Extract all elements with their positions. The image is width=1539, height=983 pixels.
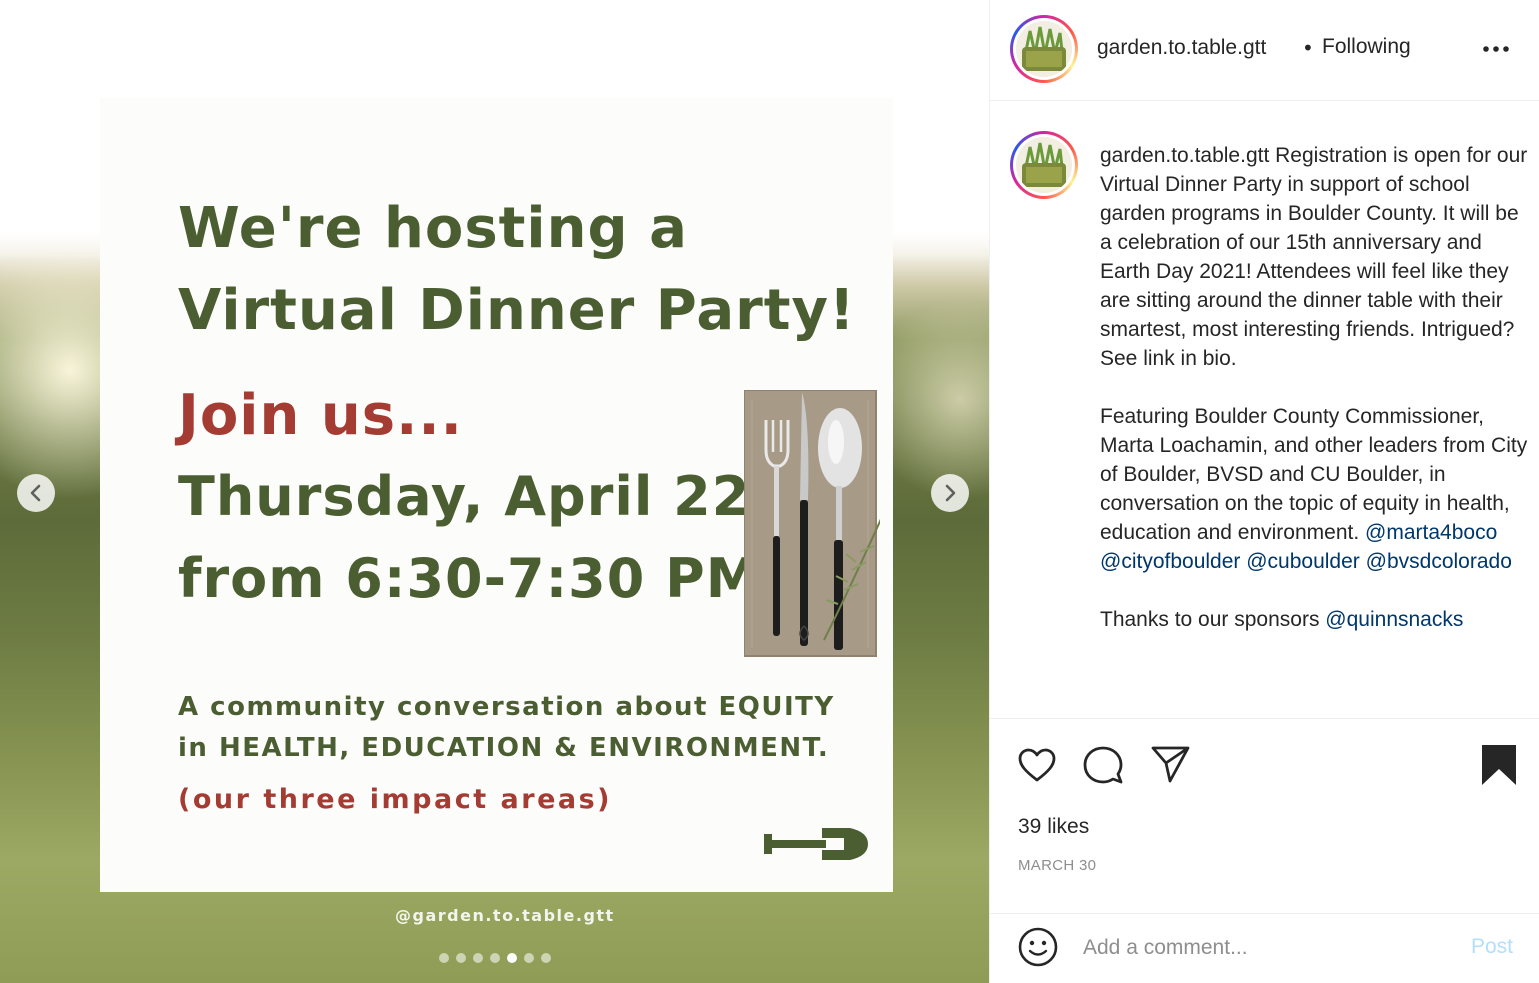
carousel-dot: [456, 953, 466, 963]
post-caption: garden.to.table.gtt Registration is open…: [1100, 141, 1530, 634]
more-horizontal-icon[interactable]: [1482, 42, 1510, 56]
mention-link[interactable]: @cuboulder: [1246, 550, 1360, 573]
mention-link[interactable]: @marta4boco: [1365, 521, 1497, 544]
mention-link[interactable]: @quinnsnacks: [1325, 608, 1463, 631]
watermark: @garden.to.table.gtt: [395, 906, 615, 925]
flyer-date: Thursday, April 22: [178, 465, 751, 528]
carousel-prev-button[interactable]: [17, 474, 55, 512]
share-icon[interactable]: [1149, 743, 1191, 785]
avatar[interactable]: [1010, 131, 1078, 199]
post-timestamp[interactable]: MARCH 30: [1018, 857, 1096, 874]
caption-author[interactable]: garden.to.table.gtt: [1100, 144, 1269, 167]
comment-input[interactable]: [1083, 932, 1443, 964]
caption-text: Thanks to our sponsors: [1100, 608, 1320, 631]
post-author-username[interactable]: garden.to.table.gtt: [1097, 36, 1266, 60]
likes-count[interactable]: 39 likes: [1018, 815, 1089, 839]
flyer-subtitle: in HEALTH, EDUCATION & ENVIRONMENT.: [178, 733, 830, 763]
shovel-arrow-icon: [764, 828, 868, 860]
following-button[interactable]: Following: [1322, 35, 1411, 59]
carousel-dot: [490, 953, 500, 963]
post-header: garden.to.table.gtt • Following: [990, 0, 1539, 101]
mention-link[interactable]: @cityofboulder: [1100, 550, 1240, 573]
emoji-icon[interactable]: [1017, 926, 1059, 968]
carousel-dot: [507, 953, 517, 963]
comments-section[interactable]: garden.to.table.gtt Registration is open…: [990, 101, 1539, 718]
bookmark-icon[interactable]: [1480, 743, 1518, 787]
comment-composer: Post: [990, 913, 1539, 983]
carousel-dot: [473, 953, 483, 963]
comment-icon[interactable]: [1082, 744, 1124, 786]
separator-dot: •: [1302, 36, 1314, 60]
garden-to-table-logo: [1016, 21, 1072, 77]
chevron-right-icon: [945, 484, 956, 502]
cutlery-napkin-image: [744, 390, 880, 657]
post-sidebar: garden.to.table.gtt • Following garden.t…: [989, 0, 1539, 983]
event-flyer: We're hosting a Virtual Dinner Party! Jo…: [100, 98, 893, 892]
avatar[interactable]: [1010, 15, 1078, 83]
post-comment-button[interactable]: Post: [1471, 935, 1513, 959]
carousel-dot: [524, 953, 534, 963]
carousel-next-button[interactable]: [931, 474, 969, 512]
chevron-left-icon: [30, 484, 41, 502]
flyer-impact-areas: (our three impact areas): [178, 784, 613, 815]
caption-text: Registration is open for our Virtual Din…: [1100, 144, 1528, 370]
flyer-headline: Virtual Dinner Party!: [178, 278, 856, 343]
flyer-subtitle: A community conversation about EQUITY: [178, 692, 835, 722]
action-bar: 39 likes MARCH 30: [990, 718, 1539, 913]
flyer-time: from 6:30-7:30 PM: [178, 547, 761, 610]
mention-link[interactable]: @bvsdcolorado: [1366, 550, 1512, 573]
post-media: We're hosting a Virtual Dinner Party! Jo…: [0, 0, 989, 983]
heart-icon[interactable]: [1017, 746, 1057, 786]
carousel-dot: [439, 953, 449, 963]
carousel-dot: [541, 953, 551, 963]
garden-to-table-logo: [1016, 137, 1072, 193]
flyer-headline: We're hosting a: [178, 196, 688, 261]
carousel-indicator: [439, 953, 551, 963]
flyer-join: Join us...: [178, 383, 463, 448]
